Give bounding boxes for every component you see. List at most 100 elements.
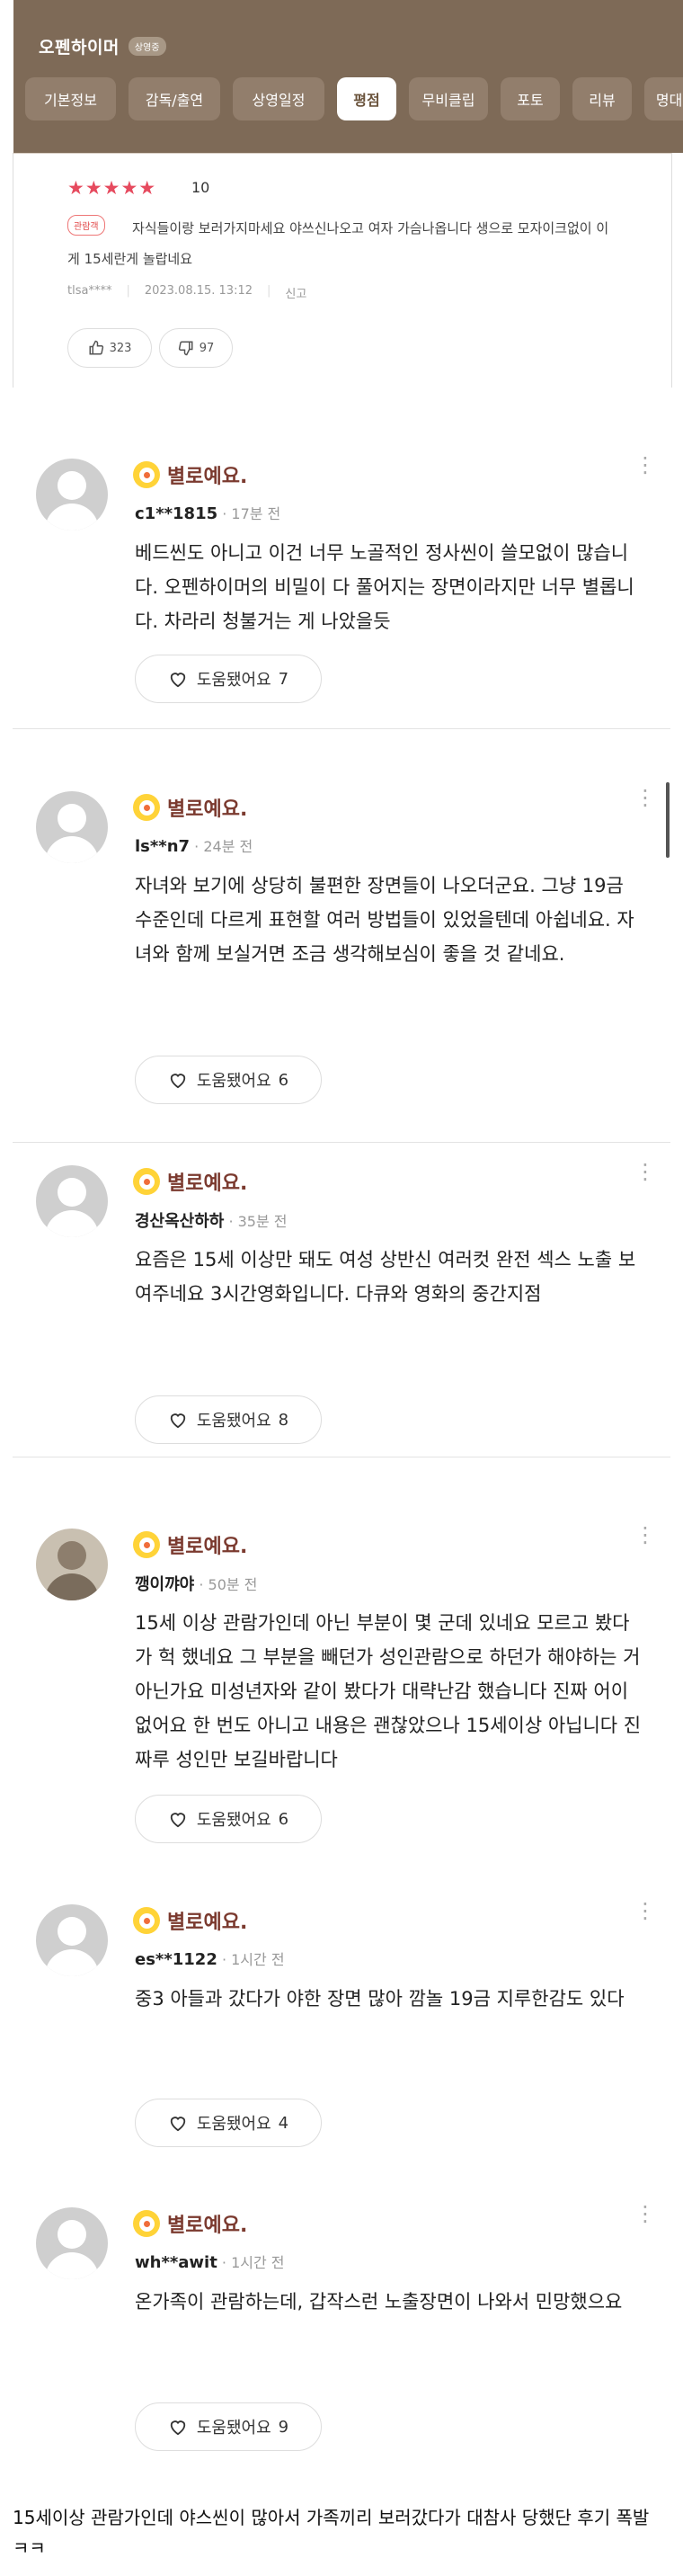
comment-user[interactable]: c1**1815 [135,504,217,523]
avatar[interactable] [36,1529,108,1600]
avatar[interactable] [36,1165,108,1237]
thumbs-down-icon [178,341,193,356]
comment-time: 24분 전 [203,838,253,855]
more-options-icon[interactable]: ⋮ [634,1900,656,1921]
egg-rating-icon [133,794,160,821]
comment-separator: · [190,838,204,855]
tab-item[interactable]: 무비클립 [409,77,488,120]
tab-bar: 기본정보 감독/출연 상영일정 평점 무비클립 포토 리뷰 명대사 [25,77,683,120]
star-rating: ★★★★★ [67,177,157,199]
avatar[interactable] [36,2207,108,2279]
like-count: 323 [109,341,132,355]
meta-divider: | [126,284,130,298]
heart-icon [170,1813,186,1828]
helpful-label: 도움됐어요 [196,2419,271,2438]
comment-time: 1시간 전 [231,1951,285,1968]
helpful-button[interactable]: 도움됐어요 8 [135,1395,322,1444]
helpful-label: 도움됐어요 [196,2115,271,2134]
tab-item[interactable]: 명대사 [644,77,683,120]
egg-rating-icon [133,2210,160,2237]
rating-label: 별로예요. [167,1536,248,1558]
egg-rating-icon [133,1907,160,1934]
comment-divider [13,728,670,729]
comment-user[interactable]: ls**n7 [135,837,190,856]
rating-label: 별로예요. [167,466,248,488]
tab-item[interactable]: 기본정보 [25,77,116,120]
review-card: ★★★★★ 10 관람객 자식들이랑 보러가지마세요 야쓰신나오고 여자 가슴나… [13,153,672,388]
more-options-icon[interactable]: ⋮ [634,2203,656,2224]
title-row: 오펜하이머 상영중 [39,34,166,58]
comment-separator: · [224,1213,238,1230]
tab-item[interactable]: 상영일정 [233,77,324,120]
egg-rating-icon [133,1168,160,1195]
more-options-icon[interactable]: ⋮ [634,454,656,476]
tab-item[interactable]: 포토 [501,77,560,120]
dislike-button[interactable]: 97 [159,328,233,368]
avatar[interactable] [36,1904,108,1976]
movie-title: 오펜하이머 [39,38,120,58]
comment-meta: c1**1815 · 17분 전 [135,502,280,523]
comment-time: 17분 전 [231,505,281,522]
helpful-label: 도움됐어요 [196,1811,271,1830]
helpful-count: 8 [278,1410,289,1430]
comment-meta: 깽이꺄야 · 50분 전 [135,1572,257,1595]
comment-meta: es**1122 · 1시간 전 [135,1948,285,1969]
helpful-count: 6 [278,1809,289,1829]
report-link[interactable]: 신고 [285,284,306,301]
tab-item[interactable]: 감독/출연 [129,77,220,120]
helpful-button[interactable]: 도움됐어요 7 [135,655,322,703]
tab-item[interactable]: 평점 [337,77,396,120]
avatar[interactable] [36,791,108,863]
avatar[interactable] [36,459,108,530]
comment-user[interactable]: 깽이꺄야 [135,1575,194,1594]
meta-divider: | [267,284,271,298]
comment-user[interactable]: es**1122 [135,1950,217,1969]
review-meta: tlsa**** | 2023.08.15. 13:12 | 신고 [67,284,321,301]
comment-user[interactable]: 경산옥산하하 [135,1212,224,1231]
rating-label: 별로예요. [167,798,248,821]
rating-label: 별로예요. [167,1172,248,1195]
comment-meta: 경산옥산하하 · 35분 전 [135,1208,288,1232]
heart-icon [170,2117,186,2132]
comment-text: 요즘은 15세 이상만 돼도 여성 상반신 여러컷 완전 섹스 노출 보여주네요… [135,1249,636,1305]
more-options-icon[interactable]: ⋮ [634,1524,656,1546]
comment-separator: · [217,505,232,522]
egg-rating-icon [133,461,160,488]
comment-text: 15세 이상 관람가인데 아닌 부분이 몇 군데 있네요 모르고 봤다가 헉 했… [135,1612,642,1770]
helpful-label: 도움됐어요 [196,671,271,690]
comment-time: 35분 전 [237,1213,288,1230]
review-date: 2023.08.15. 13:12 [144,284,253,298]
thumbs-up-icon [89,340,103,355]
comment-separator: · [217,1951,232,1968]
post-caption: 15세이상 관람가인데 야스씬이 많아서 가족끼리 보러갔다가 대참사 당했단 … [13,2507,650,2559]
like-button[interactable]: 323 [67,328,152,368]
rating-row: 별로예요. [133,460,247,489]
review-user: tlsa**** [67,284,112,298]
more-options-icon[interactable]: ⋮ [634,1161,656,1182]
rating-label: 별로예요. [167,1912,248,1934]
rating-row: 별로예요. [133,1906,247,1935]
helpful-label: 도움됐어요 [196,1072,271,1091]
rating-row: 별로예요. [133,2209,247,2238]
helpful-button[interactable]: 도움됐어요 9 [135,2402,322,2451]
comment-time: 1시간 전 [231,2254,285,2271]
helpful-count: 9 [278,2417,289,2437]
comment-text: 온가족이 관람하는데, 갑작스런 노출장면이 나와서 민망했으요 [135,2291,623,2313]
rating-label: 별로예요. [167,2215,248,2237]
helpful-button[interactable]: 도움됐어요 6 [135,1795,322,1843]
heart-icon [170,673,186,688]
review-text: 자식들이랑 보러가지마세요 야쓰신나오고 여자 가슴나옵니다 생으로 모자이크없… [67,220,609,267]
movie-header: 오펜하이머 상영중 기본정보 감독/출연 상영일정 평점 무비클립 포토 리뷰 명대사 [13,0,683,153]
helpful-count: 6 [278,1070,289,1090]
comment-text: 자녀와 보기에 상당히 불편한 장면들이 나오더군요. 그냥 19금 수준인데 … [135,875,634,965]
rating-row: 별로예요. [133,1167,247,1196]
helpful-button[interactable]: 도움됐어요 6 [135,1056,322,1104]
more-options-icon[interactable]: ⋮ [634,787,656,808]
comment-user[interactable]: wh**awit [135,2253,217,2272]
comment-separator: · [194,1576,208,1593]
scrollbar[interactable] [666,782,670,858]
helpful-count: 4 [278,2113,289,2133]
helpful-button[interactable]: 도움됐어요 4 [135,2099,322,2147]
star-score: 10 [191,179,210,196]
tab-item[interactable]: 리뷰 [572,77,632,120]
